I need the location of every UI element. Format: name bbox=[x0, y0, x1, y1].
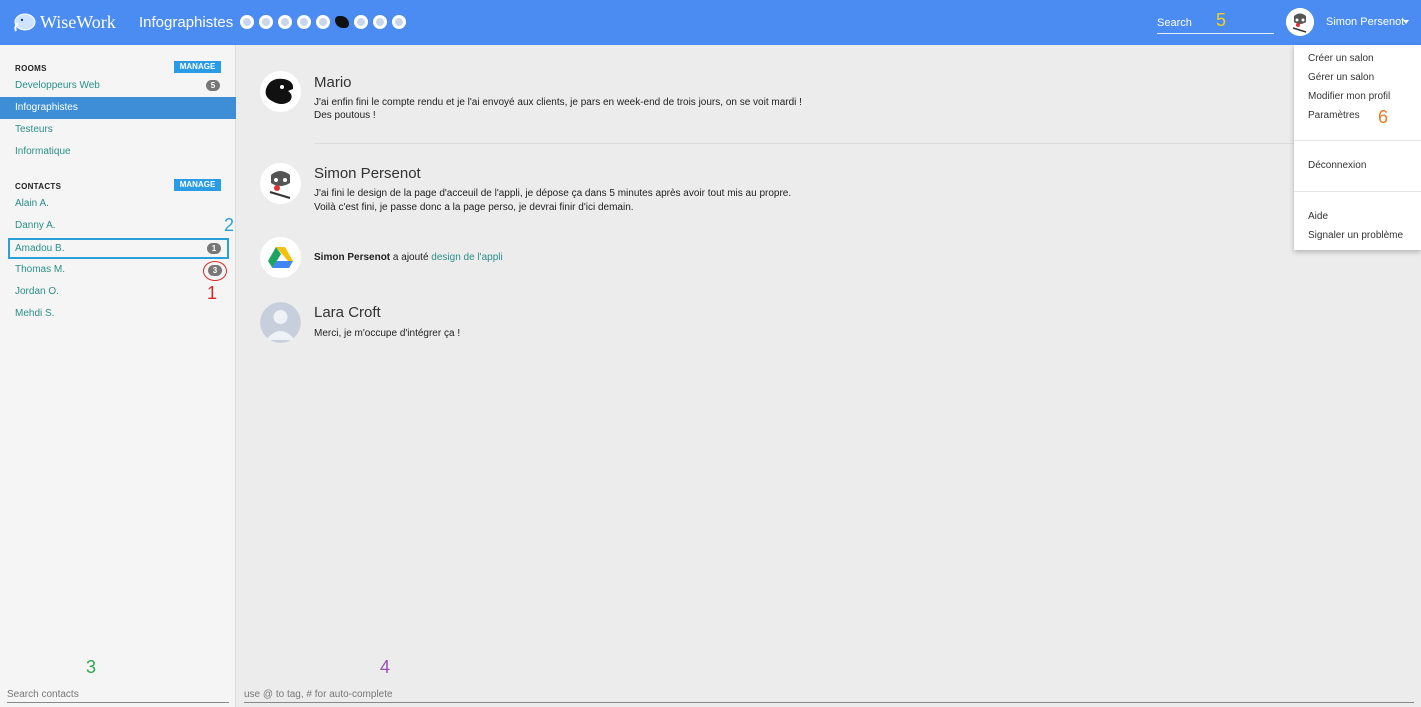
message-text: Voilà c'est fini, je passe donc a la pag… bbox=[314, 202, 634, 213]
user-dropdown-menu: Créer un salon Gérer un salon Modifier m… bbox=[1294, 45, 1421, 250]
message-author: Lara Croft bbox=[314, 304, 381, 321]
sidebar-room-item-active[interactable]: Infographistes bbox=[0, 97, 236, 119]
menu-item-settings[interactable]: Paramètres bbox=[1308, 110, 1360, 121]
annotation-circle bbox=[203, 261, 227, 281]
member-avatar-icon[interactable] bbox=[373, 15, 387, 29]
sidebar-contact-item[interactable]: Thomas M. bbox=[0, 259, 236, 281]
user-menu-toggle[interactable]: Simon Persenot bbox=[1326, 16, 1404, 28]
lara-avatar[interactable] bbox=[260, 302, 301, 343]
message-text: Des poutous ! bbox=[314, 110, 376, 121]
manage-contacts-button[interactable]: MANAGE bbox=[174, 179, 221, 191]
sidebar-contact-item[interactable]: Mehdi S. bbox=[0, 303, 236, 325]
room-label: Developpeurs Web bbox=[15, 80, 100, 90]
member-avatar-icon[interactable] bbox=[354, 15, 368, 29]
chevron-down-icon[interactable] bbox=[1403, 20, 1409, 24]
unread-badge: 1 bbox=[207, 243, 221, 254]
top-bar: WiseWork Infographistes Simon Persenot bbox=[0, 0, 1421, 45]
sidebar-contact-item[interactable]: Alain A. bbox=[0, 193, 236, 215]
member-avatar-icon[interactable] bbox=[259, 15, 273, 29]
member-avatar-icon[interactable] bbox=[278, 15, 292, 29]
annotation-5: 5 bbox=[1216, 10, 1227, 30]
menu-item-edit-profile[interactable]: Modifier mon profil bbox=[1308, 91, 1390, 102]
current-room-title: Infographistes bbox=[139, 14, 234, 31]
sidebar-room-item[interactable]: Testeurs bbox=[0, 119, 236, 141]
member-mario-avatar-icon[interactable] bbox=[335, 15, 349, 29]
menu-item-manage-room[interactable]: Gérer un salon bbox=[1308, 72, 1374, 83]
contact-label: Alain A. bbox=[15, 198, 49, 209]
mario-silhouette-icon bbox=[260, 71, 301, 112]
annotation-4: 4 bbox=[380, 657, 391, 677]
message-text: J'ai fini le design de la page d'acceuil… bbox=[314, 188, 792, 199]
message-compose-input[interactable] bbox=[244, 686, 1414, 703]
rooms-heading: ROOMS bbox=[15, 64, 47, 73]
message-text: J'ai enfin fini le compte rendu et je l'… bbox=[314, 97, 802, 108]
sidebar-contact-item-highlighted[interactable]: Amadou B. bbox=[8, 238, 229, 259]
contact-label: Amadou B. bbox=[15, 243, 65, 254]
sidebar-room-item[interactable]: Informatique bbox=[0, 141, 236, 163]
event-actor: Simon Persenot bbox=[314, 252, 391, 263]
room-members bbox=[240, 15, 406, 29]
sidebar-contact-item[interactable]: Danny A. bbox=[0, 215, 236, 237]
default-user-avatar-icon bbox=[260, 302, 301, 343]
contact-label: Danny A. bbox=[15, 220, 56, 231]
member-avatar-icon[interactable] bbox=[392, 15, 406, 29]
annotation-6: 6 bbox=[1378, 107, 1389, 127]
user-avatar[interactable] bbox=[1286, 8, 1314, 36]
member-avatar-icon[interactable] bbox=[316, 15, 330, 29]
contact-label: Thomas M. bbox=[15, 264, 66, 275]
menu-item-report-problem[interactable]: Signaler un problème bbox=[1308, 230, 1403, 241]
mario-avatar[interactable] bbox=[260, 71, 301, 112]
menu-item-help[interactable]: Aide bbox=[1308, 211, 1328, 222]
google-drive-icon bbox=[260, 237, 301, 278]
file-event: Simon Persenot a ajouté design de l'appl… bbox=[314, 252, 503, 263]
room-label: Infographistes bbox=[15, 102, 78, 113]
menu-item-create-room[interactable]: Créer un salon bbox=[1308, 53, 1374, 64]
google-drive-avatar bbox=[260, 237, 301, 278]
message-divider bbox=[314, 143, 1421, 144]
search-contacts-input[interactable] bbox=[7, 686, 229, 703]
sidebar-contact-item[interactable]: Jordan O. bbox=[0, 281, 236, 303]
room-label: Informatique bbox=[15, 146, 71, 157]
app-name: WiseWork bbox=[40, 11, 116, 32]
message-author: Mario bbox=[314, 74, 352, 91]
contact-label: Mehdi S. bbox=[15, 308, 55, 319]
menu-divider bbox=[1294, 140, 1421, 141]
message-text: Merci, je m'occupe d'intégrer ça ! bbox=[314, 328, 461, 339]
menu-divider bbox=[1294, 191, 1421, 192]
member-avatar-icon[interactable] bbox=[297, 15, 311, 29]
menu-item-logout[interactable]: Déconnexion bbox=[1308, 160, 1366, 171]
user-avatar-icon bbox=[1286, 8, 1314, 36]
simon-avatar[interactable] bbox=[260, 163, 301, 204]
app-logo[interactable]: WiseWork bbox=[12, 11, 116, 33]
contact-label: Jordan O. bbox=[15, 286, 59, 297]
unread-badge: 5 bbox=[206, 80, 220, 91]
annotation-2: 2 bbox=[224, 215, 235, 235]
message-author: Simon Persenot bbox=[314, 165, 421, 182]
user-avatar-icon bbox=[260, 163, 301, 204]
elephant-logo-icon bbox=[14, 13, 36, 32]
room-label: Testeurs bbox=[15, 124, 53, 135]
manage-rooms-button[interactable]: MANAGE bbox=[174, 61, 221, 73]
event-text: a ajouté bbox=[390, 252, 432, 263]
sidebar-room-item[interactable]: Developpeurs Web bbox=[0, 75, 236, 90]
member-avatar-icon[interactable] bbox=[240, 15, 254, 29]
annotation-3: 3 bbox=[86, 657, 97, 677]
contacts-heading: CONTACTS bbox=[15, 182, 62, 191]
file-link[interactable]: design de l'appli bbox=[431, 252, 502, 263]
